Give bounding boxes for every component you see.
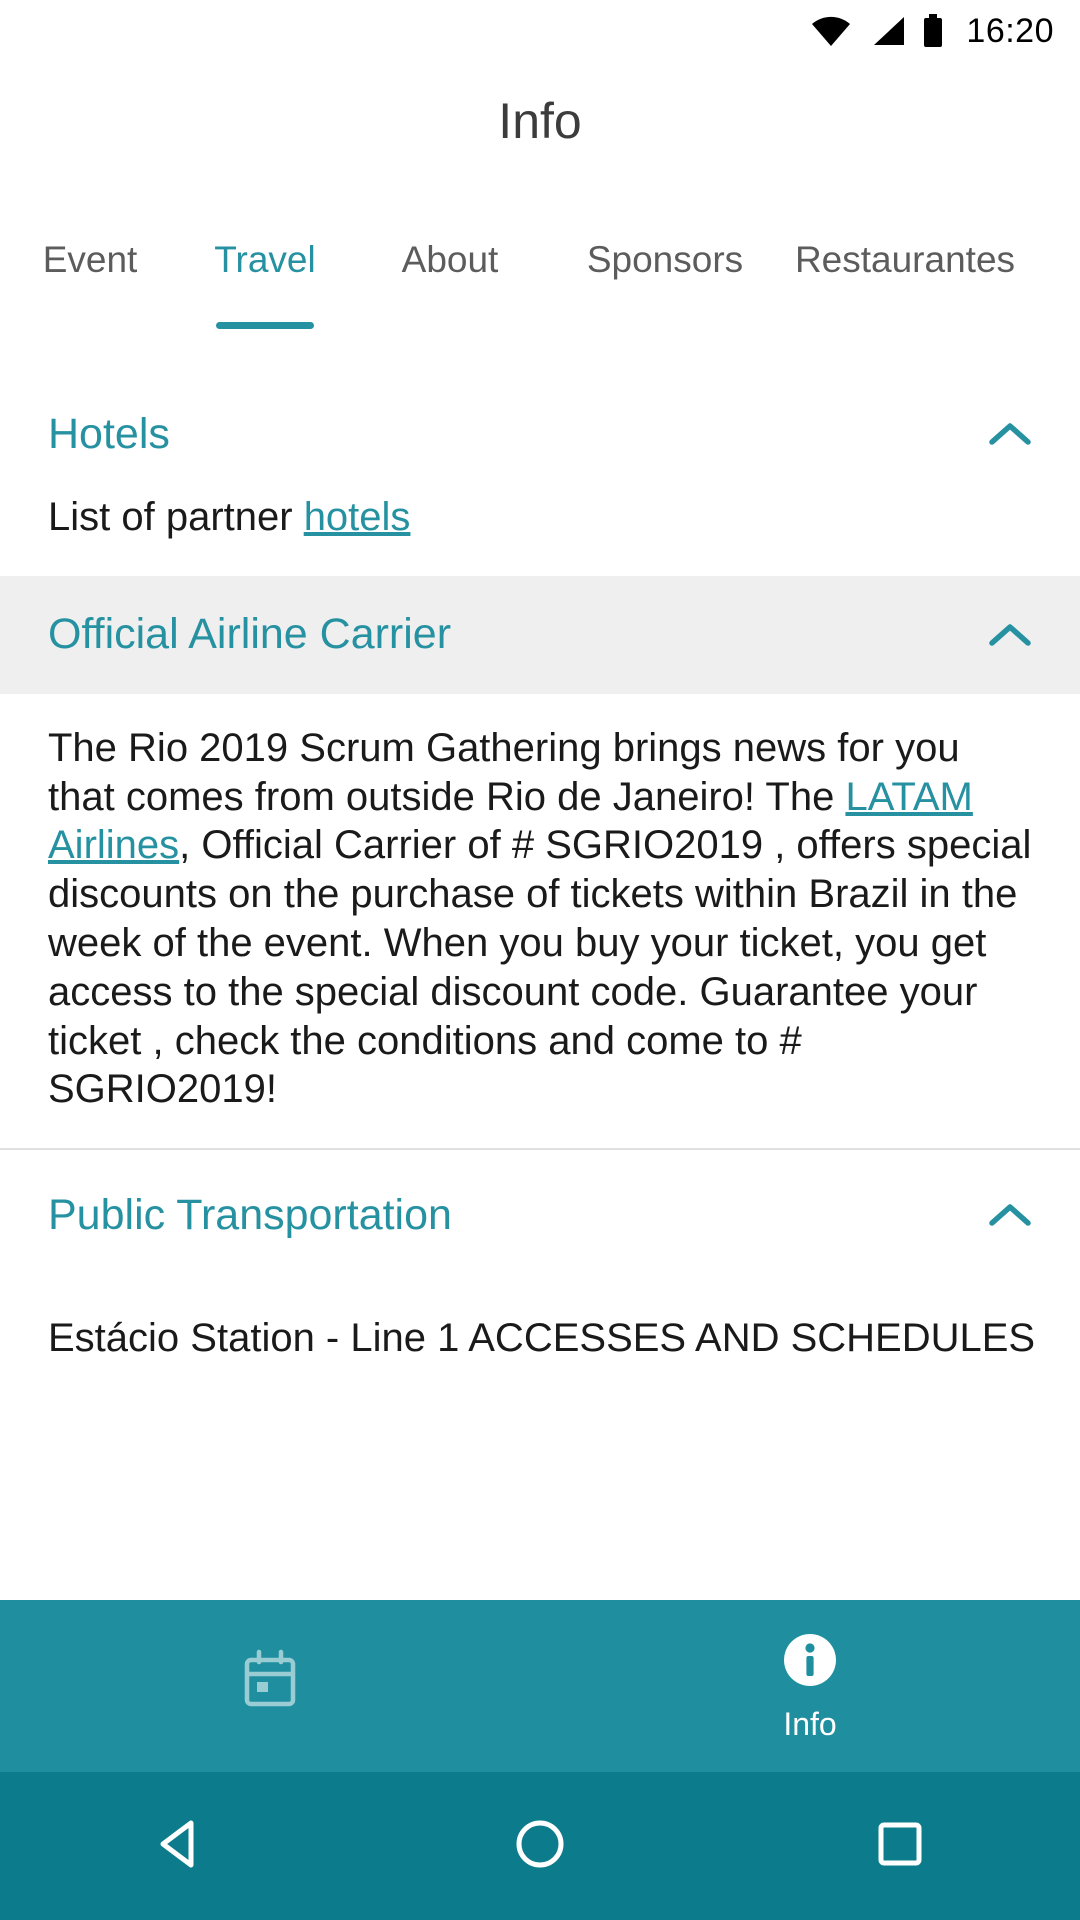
accordion-list[interactable]: Hotels List of partner hotels Official A… <box>0 375 1080 1620</box>
section-header-hotels[interactable]: Hotels <box>0 375 1080 493</box>
bottom-nav-item-calendar[interactable] <box>0 1600 540 1772</box>
tab-event[interactable]: Event <box>0 205 180 365</box>
tab-sponsors-label: Sponsors <box>586 239 744 280</box>
chevron-up-icon[interactable] <box>988 412 1032 456</box>
tab-sponsors[interactable]: Sponsors <box>550 205 780 365</box>
tab-restaurantes[interactable]: Restaurantes <box>780 205 1030 365</box>
square-recents-icon <box>871 1815 929 1878</box>
hotels-body-text: List of partner hotels <box>48 493 1032 542</box>
chevron-up-icon[interactable] <box>988 1193 1032 1237</box>
public-transportation-body-text: Estácio Station - Line 1 ACCESSES AND SC… <box>48 1316 1036 1361</box>
circle-home-icon <box>511 1815 569 1878</box>
home-button[interactable] <box>360 1815 720 1878</box>
airline-body-text: The Rio 2019 Scrum Gathering brings news… <box>48 724 1032 1114</box>
section-header-public-transportation[interactable]: Public Transportation <box>0 1150 1080 1281</box>
section-body-hotels: List of partner hotels <box>0 493 1080 576</box>
tab-restaurantes-label: Restaurantes <box>794 239 1016 280</box>
bottom-navigation-bar: Info <box>0 1600 1080 1772</box>
bottom-nav-info-label: Info <box>783 1706 837 1742</box>
battery-icon <box>922 14 944 48</box>
cellular-signal-icon <box>868 15 906 47</box>
section-title-public-transportation: Public Transportation <box>48 1190 452 1239</box>
chevron-up-icon[interactable] <box>988 613 1032 657</box>
info-circle-icon <box>779 1629 841 1696</box>
android-system-navigation-bar <box>0 1772 1080 1920</box>
recents-button[interactable] <box>720 1815 1080 1878</box>
triangle-back-icon <box>151 1815 209 1878</box>
phone-screen: 16:20 Info Event Travel About Sponsors R… <box>0 0 1080 1920</box>
status-bar: 16:20 <box>0 0 1080 62</box>
section-title-official-airline-carrier: Official Airline Carrier <box>48 610 452 659</box>
tab-travel-label: Travel <box>214 239 316 280</box>
tab-about[interactable]: About <box>350 205 550 365</box>
tab-bar: Event Travel About Sponsors Restaurantes <box>0 205 1080 365</box>
wifi-icon <box>810 15 852 47</box>
section-title-hotels: Hotels <box>48 409 170 458</box>
section-body-official-airline-carrier: The Rio 2019 Scrum Gathering brings news… <box>0 694 1080 1148</box>
calendar-icon <box>239 1648 301 1715</box>
back-button[interactable] <box>0 1815 360 1878</box>
page-title: Info <box>498 93 582 149</box>
tab-about-label: About <box>401 239 499 280</box>
bottom-nav-item-info[interactable]: Info <box>540 1600 1080 1772</box>
airline-paragraph-part-1: The Rio 2019 Scrum Gathering brings news… <box>48 725 960 819</box>
hotels-body-prefix: List of partner <box>48 495 304 539</box>
active-tab-indicator <box>216 322 314 329</box>
status-bar-clock: 16:20 <box>966 11 1054 50</box>
tab-event-label: Event <box>42 239 138 280</box>
airline-paragraph-part-2: , Official Carrier of # SGRIO2019 , offe… <box>48 823 1032 1112</box>
section-header-official-airline-carrier[interactable]: Official Airline Carrier <box>0 575 1080 694</box>
hotels-link[interactable]: hotels <box>304 495 411 539</box>
tab-travel[interactable]: Travel <box>180 205 350 365</box>
